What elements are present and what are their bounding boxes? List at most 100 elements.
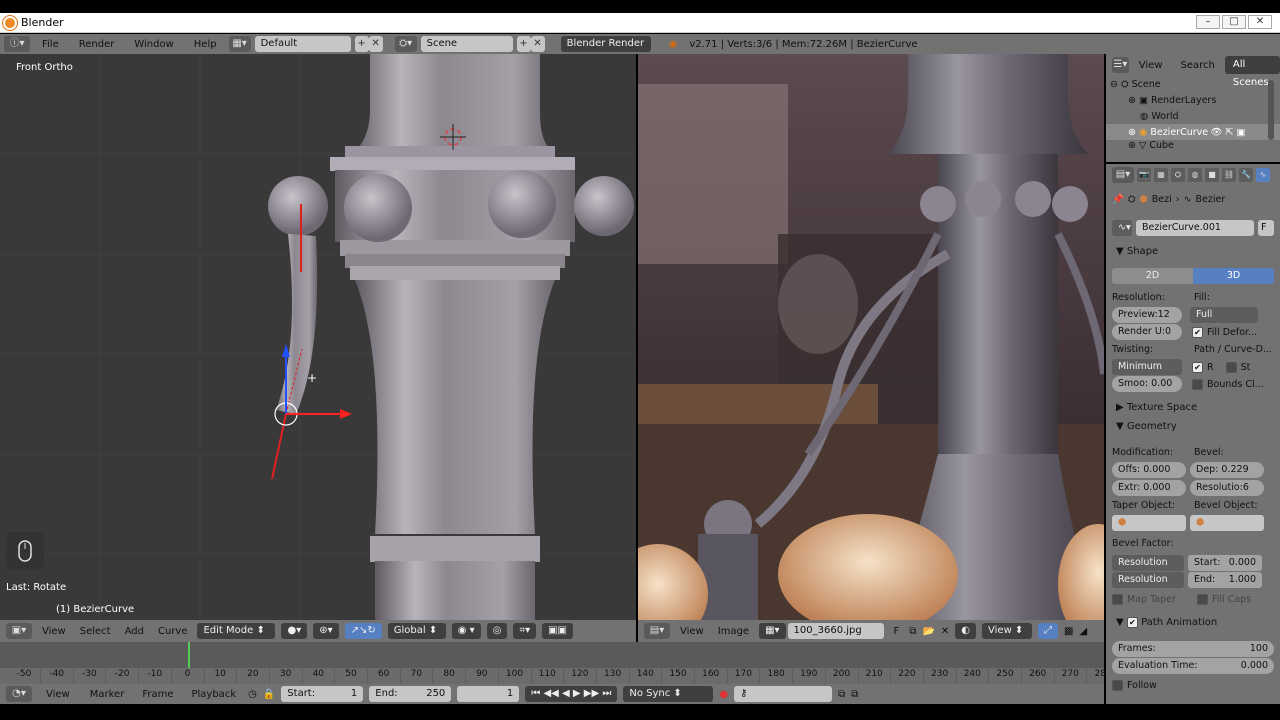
twisting-select[interactable]: Minimum [1112,359,1182,375]
bounds-clamp-checkbox[interactable] [1192,378,1203,390]
pivot-select[interactable]: ⊛▾ [313,623,339,639]
alpha-icon[interactable]: ▩ [1064,626,1073,637]
2d-button[interactable]: 2D [1112,268,1193,284]
constraints-tab-icon[interactable]: ⛓ [1222,168,1236,182]
menu-render[interactable]: Render [71,39,123,50]
radius-checkbox[interactable]: ✔ [1192,361,1203,373]
playback-controls[interactable]: ⏮ ◀◀ ◀ ▶ ▶▶ ⏭ [525,686,618,702]
menu-frame[interactable]: Frame [136,689,179,700]
menu-window[interactable]: Window [126,39,181,50]
fill-select[interactable]: Full [1190,307,1258,323]
bevel-start-mapping-select[interactable]: Resolution [1112,555,1184,571]
preview-range-icon[interactable]: ◷ [248,689,257,700]
image-editor-viewport[interactable] [638,54,1104,620]
layer-buttons[interactable]: ◉ ▾ [451,623,481,639]
layout-icon[interactable]: ▦▾ [228,36,251,52]
record-icon[interactable]: ● [719,689,728,700]
menu-view[interactable]: View [38,626,70,637]
datablock-browse-icon[interactable]: ∿▾ [1112,220,1132,236]
orientation-select[interactable]: Global ⬍ [387,623,446,639]
stretch-checkbox[interactable] [1225,361,1237,373]
texture-space-panel-header[interactable]: ▶ Texture Space [1116,402,1197,413]
render-engine-select[interactable]: Blender Render ⬍ [560,36,651,65]
draw-channels-icon[interactable]: ⤢ [1038,623,1059,639]
outliner-row-beziercurve[interactable]: ⊕ ◉ BezierCurve 👁 ⇱ ▣ [1106,124,1280,140]
object-tab-icon[interactable]: ■ [1205,168,1219,182]
unlink-image-icon[interactable]: ✕ [941,626,949,637]
close-button[interactable]: ✕ [1248,15,1272,29]
bevel-object-field[interactable]: ⬢ [1190,515,1264,531]
world-tab-icon[interactable]: ◍ [1188,168,1202,182]
manipulator-toggle[interactable]: ↗↘↻ [344,623,382,639]
bevel-depth-field[interactable]: Dep: 0.229 [1190,462,1264,478]
renderlayers-tab-icon[interactable]: ▦ [1154,168,1168,182]
scene-remove-icon[interactable]: ✕ [530,36,545,52]
collapse-icon[interactable]: ⊖ [1110,79,1118,90]
data-tab-icon[interactable]: ∿ [1256,168,1270,182]
delete-keyframe-icon[interactable]: ⧉ [851,689,858,700]
preview-resolution-field[interactable]: Preview:12 [1112,307,1182,323]
outliner-row-renderlayers[interactable]: ⊕ ▣ RenderLayers [1106,92,1280,108]
menu-help[interactable]: Help [186,39,225,50]
current-frame-indicator[interactable] [188,642,190,668]
timeline-ruler[interactable]: -50 -40 -30 -20 -10 0 10 20 30 40 50 60 70 80 90 100 110… [0,668,1121,684]
scene-icon[interactable]: ⛭▾ [394,36,417,52]
visibility-icon[interactable]: 👁 ⇱ ▣ [1210,127,1245,138]
image-browse-icon[interactable]: ▦▾ [759,623,786,639]
editor-type-icon[interactable]: ▤▾ [644,623,670,639]
pin-icon[interactable]: 📌 [1112,194,1124,205]
sample-icon[interactable]: ◢ [1079,626,1087,637]
shape-panel-header[interactable]: ▼ Shape [1116,246,1158,257]
extrude-field[interactable]: Extr: 0.000 [1112,480,1186,496]
start-frame-field[interactable]: Start: 1 [281,686,364,702]
modifiers-tab-icon[interactable]: 🔧 [1239,168,1253,182]
view-mode-select[interactable]: View ⬍ [982,623,1033,639]
menu-marker[interactable]: Marker [84,689,131,700]
render-preview-icon[interactable]: ▣▣ [542,623,574,639]
image-name-field[interactable]: 100_3660.jpg [787,623,884,639]
bevel-resolution-field[interactable]: Resolutio:6 [1190,480,1264,496]
expand-icon[interactable]: ⊕ [1128,140,1136,150]
menu-curve[interactable]: Curve [154,626,192,637]
outliner-display-mode[interactable]: All Scenes [1224,56,1280,88]
layout-remove-icon[interactable]: ✕ [368,36,383,52]
open-image-icon[interactable]: 📂 [922,626,934,637]
outliner-search-menu[interactable]: Search [1173,60,1223,71]
fake-user-toggle[interactable]: F [1258,220,1274,236]
offset-field[interactable]: Offs: 0.000 [1112,462,1186,478]
end-frame-field[interactable]: End: 250 [369,686,452,702]
scene-add-icon[interactable]: + [516,36,531,52]
keying-set-field[interactable]: ⚷ [734,686,833,702]
proportional-edit-icon[interactable]: ◎ [486,623,508,639]
outliner-scrollbar[interactable] [1268,80,1274,140]
maximize-button[interactable]: □ [1222,15,1246,29]
scene-select[interactable]: Scene [420,36,513,52]
expand-icon[interactable]: ⊕ [1128,127,1136,138]
sync-select[interactable]: No Sync ⬍ [623,686,714,702]
snap-icon[interactable]: ⌗▾ [513,623,537,639]
mode-select[interactable]: Edit Mode ⬍ [197,623,276,639]
menu-file[interactable]: File [34,39,67,50]
menu-image[interactable]: Image [714,626,753,637]
smooth-field[interactable]: Smoo: 0.00 [1112,376,1182,392]
insert-keyframe-icon[interactable]: ⧉ [838,689,845,700]
datablock-name-field[interactable]: BezierCurve.001 [1136,220,1254,236]
path-frames-field[interactable]: Frames: 100 [1112,641,1274,657]
editor-type-icon[interactable]: ⓘ▾ [4,36,30,52]
bevel-end-mapping-select[interactable]: Resolution [1112,572,1184,588]
outliner-row-cube[interactable]: ⊕ ▽ Cube [1106,140,1280,150]
evaluation-time-field[interactable]: Evaluation Time: 0.000 [1112,658,1274,674]
layout-add-icon[interactable]: + [354,36,369,52]
path-animation-panel-header[interactable]: ▼ ✔ Path Animation [1116,617,1217,628]
expand-icon[interactable]: ⊕ [1128,95,1136,106]
3d-viewport[interactable]: + Front Ortho Last: Rotate (1) BezierCur… [0,54,636,620]
pin-icon[interactable]: ◐ [955,623,977,639]
bevel-end-field[interactable]: End: 1.000 [1188,572,1262,588]
current-frame-field[interactable]: 1 [457,686,520,702]
scene-tab-icon[interactable]: ⛭ [1171,168,1185,182]
render-tab-icon[interactable]: 📷 [1137,168,1151,182]
map-taper-checkbox[interactable] [1112,594,1123,605]
editor-type-icon[interactable]: ▣▾ [6,623,32,639]
menu-playback[interactable]: Playback [185,689,242,700]
3d-button[interactable]: 3D [1193,268,1274,284]
